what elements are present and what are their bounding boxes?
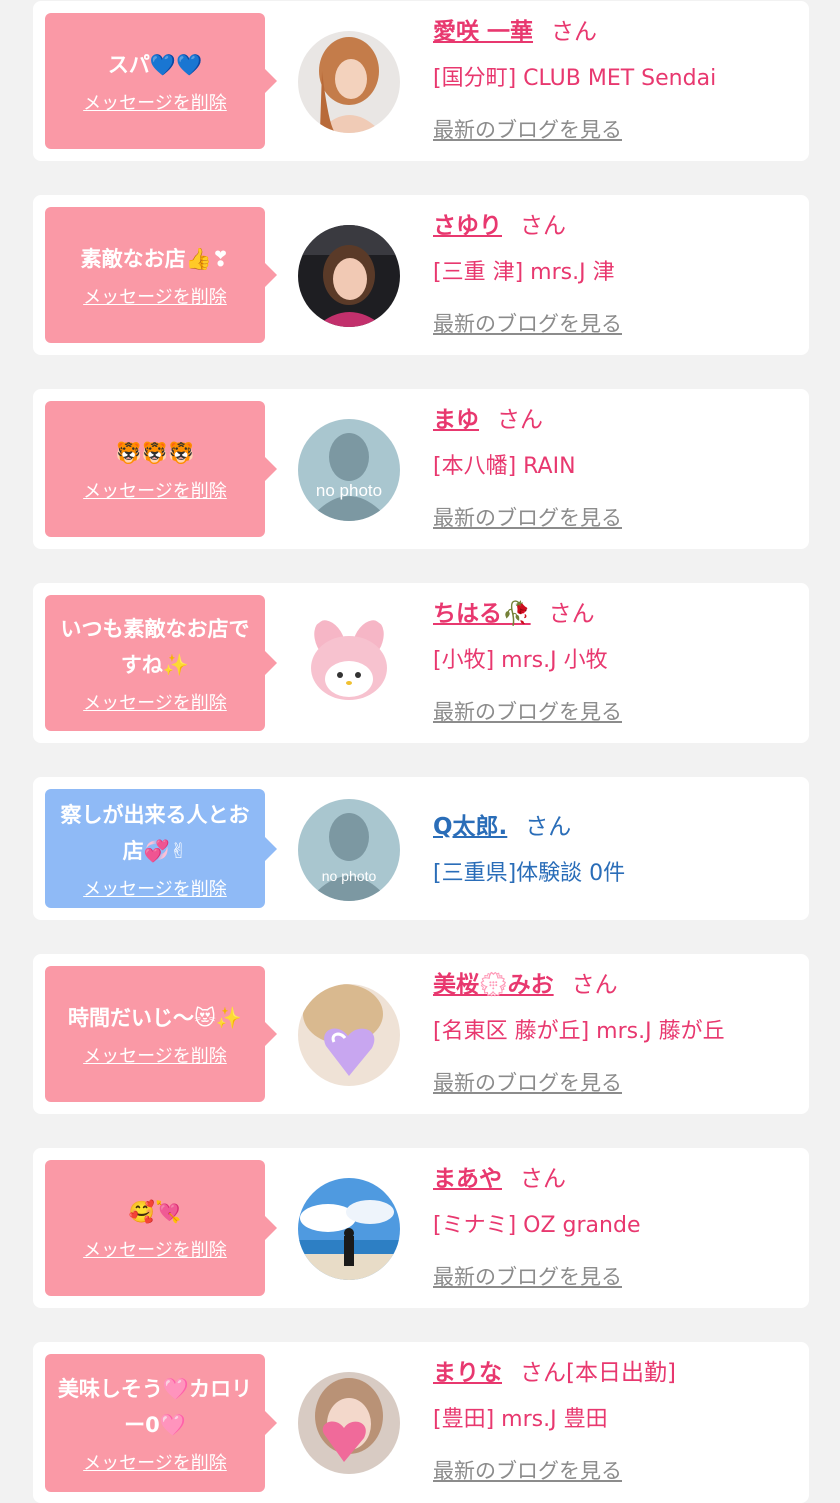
avatar[interactable] [298, 1178, 400, 1280]
no-photo-label: no photo [322, 868, 377, 884]
shop-info: [ミナミ] OZ grande [433, 1213, 641, 1238]
message-text: 美味しそう🩷カロリー0🩷 [57, 1377, 253, 1437]
shop-info: [三重県]体験談 0件 [433, 861, 626, 886]
name-suffix: さん [520, 213, 566, 239]
latest-blog-link[interactable]: 最新のブログを見る [433, 308, 803, 338]
name-suffix: さん [497, 407, 543, 433]
delete-message-link[interactable]: メッセージを削除 [83, 1236, 227, 1262]
avatar[interactable] [298, 984, 400, 1086]
delete-message-link[interactable]: メッセージを削除 [83, 477, 227, 503]
message-bubble: 🐯🐯🐯 メッセージを削除 [45, 401, 277, 537]
message-card: 🥰💘 メッセージを削除 まあや さん [ミナミ] OZ grande 最新のブログ… [33, 1148, 809, 1308]
avatar[interactable] [298, 225, 400, 327]
sender-info: さゆり さん [三重 津] mrs.J 津 最新のブログを見る [433, 210, 803, 338]
message-text: 察しが出来る人とお店💞✌ [60, 802, 250, 863]
message-text: 時間だいじ〜😻✨ [67, 1006, 243, 1030]
sender-info: Q太郎. さん [三重県]体験談 0件 [433, 811, 803, 887]
shop-info: [本八幡] RAIN [433, 454, 576, 479]
delete-message-link[interactable]: メッセージを削除 [83, 283, 227, 309]
latest-blog-link[interactable]: 最新のブログを見る [433, 502, 803, 532]
message-card: 時間だいじ〜😻✨ メッセージを削除 美桜💮みお さん [名東区 藤が丘] mrs.… [33, 954, 809, 1114]
delete-message-link[interactable]: メッセージを削除 [83, 875, 227, 901]
shop-info: [三重 津] mrs.J 津 [433, 260, 615, 285]
latest-blog-link[interactable]: 最新のブログを見る [433, 1261, 803, 1291]
sender-name-link[interactable]: ちはる🥀 [433, 601, 531, 627]
message-card: 美味しそう🩷カロリー0🩷 メッセージを削除 まりな さん[本日出勤] [豊田] m… [33, 1342, 809, 1503]
sender-name-link[interactable]: まあや [433, 1166, 502, 1192]
sender-info: まゆ さん [本八幡] RAIN 最新のブログを見る [433, 404, 803, 532]
message-bubble: スパ💙💙 メッセージを削除 [45, 13, 277, 149]
shop-info: [名東区 藤が丘] mrs.J 藤が丘 [433, 1019, 725, 1044]
name-suffix: さん [548, 601, 595, 627]
message-bubble: 時間だいじ〜😻✨ メッセージを削除 [45, 966, 277, 1102]
shop-info: [国分町] CLUB MET Sendai [433, 66, 717, 91]
shop-info: [小牧] mrs.J 小牧 [433, 648, 608, 673]
message-bubble: 美味しそう🩷カロリー0🩷 メッセージを削除 [45, 1354, 277, 1492]
name-suffix: さん [551, 19, 598, 45]
sender-info: ちはる🥀 さん [小牧] mrs.J 小牧 最新のブログを見る [433, 598, 803, 726]
latest-blog-link[interactable]: 最新のブログを見る [433, 114, 803, 144]
sender-info: 愛咲 一華 さん [国分町] CLUB MET Sendai 最新のブログを見る [433, 16, 803, 144]
sender-name-link[interactable]: まりな [433, 1360, 502, 1386]
message-card: いつも素敵なお店ですね✨ メッセージを削除 ちはる🥀 さん [小牧] mrs.J … [33, 583, 809, 743]
sender-name-link[interactable]: さゆり [433, 213, 502, 239]
sender-name-link[interactable]: まゆ [433, 407, 479, 433]
delete-message-link[interactable]: メッセージを削除 [83, 89, 227, 115]
sender-info: 美桜💮みお さん [名東区 藤が丘] mrs.J 藤が丘 最新のブログを見る [433, 969, 803, 1097]
avatar[interactable] [298, 1372, 400, 1474]
sender-name-link[interactable]: Q太郎. [433, 814, 507, 840]
avatar[interactable] [298, 613, 400, 715]
message-text: 🐯🐯🐯 [115, 441, 195, 465]
message-card: スパ💙💙 メッセージを削除 愛咲 一華 さん [国分町] CLUB MET Sen… [33, 1, 809, 161]
delete-message-link[interactable]: メッセージを削除 [83, 1042, 227, 1068]
message-text: スパ💙💙 [107, 53, 203, 77]
latest-blog-link[interactable]: 最新のブログを見る [433, 696, 803, 726]
name-suffix: さん [525, 814, 572, 840]
delete-message-link[interactable]: メッセージを削除 [83, 689, 227, 715]
message-bubble: 察しが出来る人とお店💞✌ メッセージを削除 [45, 789, 277, 908]
message-card: 素敵なお店👍❣ メッセージを削除 さゆり さん [三重 津] mrs.J 津 最新… [33, 195, 809, 355]
message-text: 素敵なお店👍❣ [80, 247, 230, 271]
sender-name-link[interactable]: 美桜💮みお [433, 972, 554, 998]
message-text: 🥰💘 [128, 1200, 182, 1224]
sender-info: まあや さん [ミナミ] OZ grande 最新のブログを見る [433, 1163, 803, 1291]
message-bubble: 素敵なお店👍❣ メッセージを削除 [45, 207, 277, 343]
no-photo-label: no photo [316, 481, 382, 500]
message-card: 察しが出来る人とお店💞✌ メッセージを削除 no photo Q太郎. さん [三… [33, 777, 809, 920]
message-text: いつも素敵なお店ですね✨ [60, 617, 250, 677]
shop-info: [豊田] mrs.J 豊田 [433, 1407, 608, 1432]
latest-blog-link[interactable]: 最新のブログを見る [433, 1455, 803, 1485]
avatar[interactable] [298, 31, 400, 133]
message-bubble: いつも素敵なお店ですね✨ メッセージを削除 [45, 595, 277, 731]
name-suffix: さん[本日出勤] [520, 1360, 676, 1386]
avatar[interactable]: no photo [298, 799, 400, 901]
name-suffix: さん [520, 1166, 566, 1192]
sender-name-link[interactable]: 愛咲 一華 [433, 19, 533, 45]
delete-message-link[interactable]: メッセージを削除 [83, 1449, 227, 1475]
avatar[interactable]: no photo [298, 419, 400, 521]
name-suffix: さん [571, 972, 618, 998]
message-card: 🐯🐯🐯 メッセージを削除 no photo まゆ さん [本八幡] RAIN 最新… [33, 389, 809, 549]
latest-blog-link[interactable]: 最新のブログを見る [433, 1067, 803, 1097]
sender-info: まりな さん[本日出勤] [豊田] mrs.J 豊田 最新のブログを見る [433, 1357, 803, 1485]
message-bubble: 🥰💘 メッセージを削除 [45, 1160, 277, 1296]
